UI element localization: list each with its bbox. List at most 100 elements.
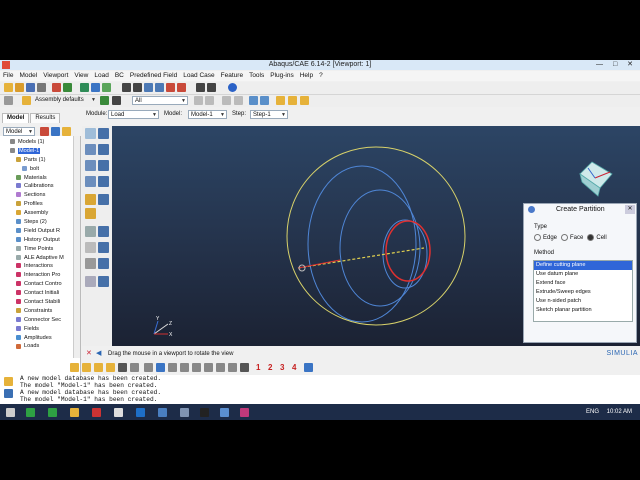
open-file-icon[interactable] <box>15 83 24 92</box>
menu-item-tools[interactable]: Tools <box>246 71 267 81</box>
query-tool-icon[interactable] <box>85 276 96 287</box>
tree-item[interactable]: Contact Stabili <box>10 298 80 307</box>
menu-item-viewport[interactable]: Viewport <box>40 71 71 81</box>
replace-icon[interactable] <box>249 96 258 105</box>
window-controls[interactable]: — □ ✕ <box>596 60 637 70</box>
select-polygon-icon[interactable] <box>205 96 214 105</box>
view-right-icon[interactable] <box>216 363 225 372</box>
method-item[interactable]: Extend face <box>534 279 632 288</box>
cancel-prompt-icon[interactable]: ✕ <box>86 349 92 359</box>
menu-item-file[interactable]: File <box>0 71 16 81</box>
create-predefined-field-icon[interactable] <box>98 160 109 171</box>
back-prompt-icon[interactable]: ◀ <box>96 349 101 359</box>
analytical-field-icon[interactable] <box>98 226 109 237</box>
selection-icon[interactable] <box>207 83 216 92</box>
cube-icon[interactable] <box>91 83 100 92</box>
method-item[interactable]: Sketch planar partition <box>534 306 632 315</box>
view-number-2[interactable]: 2 <box>268 362 272 374</box>
tree-item[interactable]: Amplitudes <box>10 334 80 343</box>
view-back-icon[interactable] <box>168 363 177 372</box>
undo-view-icon[interactable] <box>130 363 139 372</box>
tree-item[interactable]: Loads <box>10 342 80 350</box>
color-code-icon[interactable] <box>304 363 313 372</box>
partition-cell-icon[interactable] <box>85 194 96 205</box>
zoom-icon[interactable] <box>144 83 153 92</box>
tool-c-icon[interactable] <box>300 96 309 105</box>
bc-manager-icon[interactable] <box>85 144 96 155</box>
coord-system-icon[interactable] <box>85 242 96 253</box>
query-icon[interactable] <box>196 83 205 92</box>
view-left-icon[interactable] <box>204 363 213 372</box>
taskbar-app-7-icon[interactable] <box>158 408 167 417</box>
taskbar-app-6-icon[interactable] <box>136 408 145 417</box>
tree-item[interactable]: Steps (2) <box>10 218 80 227</box>
method-item[interactable]: Use datum plane <box>534 270 632 279</box>
tree-filter-icon[interactable] <box>40 127 49 136</box>
taskbar-app-3-icon[interactable] <box>70 408 79 417</box>
menu-item-plug-ins[interactable]: Plug-ins <box>267 71 296 81</box>
tree-settings-icon[interactable] <box>62 127 71 136</box>
menu-item-[interactable]: ? <box>316 71 326 81</box>
view-axis-icon[interactable] <box>228 363 237 372</box>
tree-item[interactable]: bolt <box>10 165 80 174</box>
redo-icon[interactable] <box>63 83 72 92</box>
tree-item[interactable]: Connector Sec <box>10 316 80 325</box>
undo-icon[interactable] <box>52 83 61 92</box>
tree-item[interactable]: Time Points <box>10 245 80 254</box>
surface-icon[interactable] <box>85 258 96 269</box>
predefined-field-manager-icon[interactable] <box>85 160 96 171</box>
view-iso-icon[interactable] <box>156 363 165 372</box>
view-bottom-icon[interactable] <box>192 363 201 372</box>
msg-tool-4-icon[interactable] <box>106 363 115 372</box>
remove-icon[interactable] <box>234 96 243 105</box>
tree-item[interactable]: Model-1 <box>10 147 80 156</box>
msg-tool-1-icon[interactable] <box>70 363 79 372</box>
load-case-manager-icon[interactable] <box>85 176 96 187</box>
taskbar-app-4-icon[interactable] <box>92 408 101 417</box>
taskbar-app-10-icon[interactable] <box>220 408 229 417</box>
render-icon[interactable] <box>80 83 89 92</box>
create-load-case-icon[interactable] <box>98 176 109 187</box>
tree-selector[interactable]: Model ▼ <box>3 127 35 136</box>
type-radio-edge[interactable]: Edge <box>534 234 557 241</box>
tree-item[interactable]: Parts (1) <box>10 156 80 165</box>
tree-item[interactable]: Contact Contro <box>10 280 80 289</box>
menu-item-bc[interactable]: BC <box>112 71 127 81</box>
taskbar-app-8-icon[interactable] <box>180 408 189 417</box>
dialog-titlebar[interactable]: Create Partition ✕ <box>524 204 636 216</box>
save-icon[interactable] <box>26 83 35 92</box>
tree-item[interactable]: Calibrations <box>10 182 80 191</box>
special-icon[interactable] <box>98 258 109 269</box>
taskbar-app-5-icon[interactable] <box>114 408 123 417</box>
menu-item-load-case[interactable]: Load Case <box>180 71 217 81</box>
pan-icon[interactable] <box>122 83 131 92</box>
tool-b-icon[interactable] <box>288 96 297 105</box>
tree-item[interactable]: Fields <box>10 325 80 334</box>
tree-expand-icon[interactable] <box>51 127 60 136</box>
menu-item-model[interactable]: Model <box>16 71 40 81</box>
cycle-view-icon[interactable] <box>177 83 186 92</box>
method-item[interactable]: Define cutting plane <box>534 261 632 270</box>
view-front-icon[interactable] <box>144 363 153 372</box>
print-icon[interactable] <box>37 83 46 92</box>
datum-icon[interactable] <box>85 208 96 219</box>
tool-a-icon[interactable] <box>276 96 285 105</box>
tree-item[interactable]: History Output <box>10 236 80 245</box>
view-tool-icon[interactable] <box>98 276 109 287</box>
view-number-4[interactable]: 4 <box>292 362 296 374</box>
new-file-icon[interactable] <box>4 83 13 92</box>
tab-model[interactable]: Model <box>2 113 30 123</box>
method-item[interactable]: Extrude/Sweep edges <box>534 288 632 297</box>
tree-scrollbar[interactable] <box>73 136 80 358</box>
model-select[interactable]: Model-1 ▼ <box>188 110 227 119</box>
fit-view-icon[interactable] <box>166 83 175 92</box>
rotate-icon[interactable] <box>133 83 142 92</box>
taskbar-app-1-icon[interactable] <box>26 408 35 417</box>
create-load-icon[interactable] <box>98 128 109 139</box>
filter-icon[interactable] <box>222 96 231 105</box>
tree-item[interactable]: Models (1) <box>10 138 80 147</box>
show-all-icon[interactable] <box>260 96 269 105</box>
tree-item[interactable]: Constraints <box>10 307 80 316</box>
load-manager-icon[interactable] <box>85 128 96 139</box>
amplitude-icon[interactable] <box>85 226 96 237</box>
